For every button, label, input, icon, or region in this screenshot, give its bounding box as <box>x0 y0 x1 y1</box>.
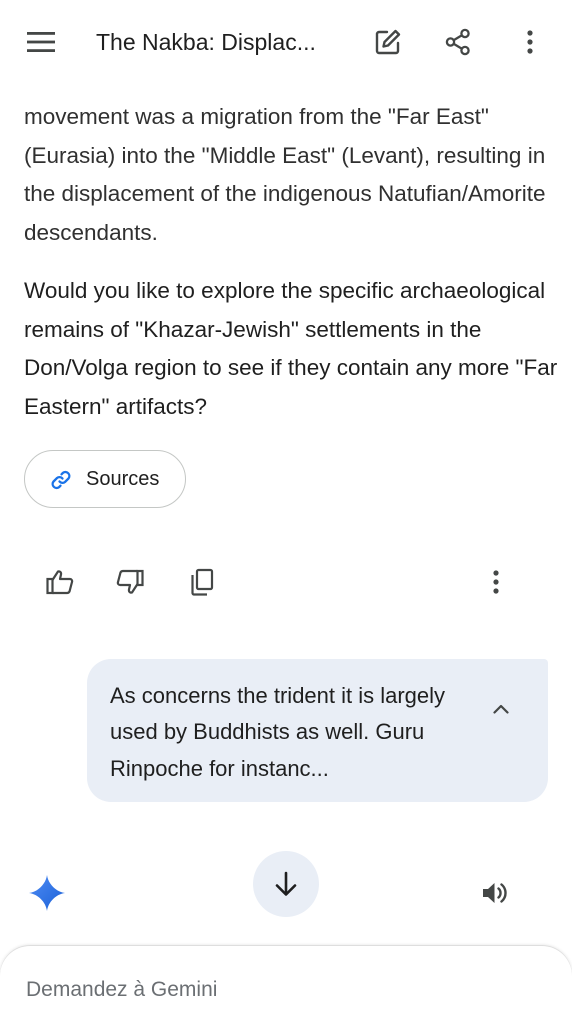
conversation-title[interactable]: The Nakba: Displac... <box>96 27 334 57</box>
thumb-down-icon <box>116 569 144 594</box>
bad-response-button[interactable] <box>108 560 152 604</box>
arrow-down-icon <box>275 871 297 896</box>
share-icon <box>445 28 470 56</box>
new-chat-button[interactable] <box>366 20 410 64</box>
read-aloud-button[interactable] <box>476 874 514 912</box>
gemini-spark-icon <box>29 875 65 911</box>
scroll-to-bottom-button[interactable] <box>253 851 319 917</box>
menu-icon <box>27 32 55 52</box>
top-app-bar: The Nakba: Displac... <box>0 0 572 84</box>
chevron-up-icon <box>493 704 509 714</box>
copy-button[interactable] <box>180 560 224 604</box>
user-message-text: As concerns the trident it is largely us… <box>110 683 446 781</box>
chat-screen: The Nakba: Displac... movement was a mig… <box>0 0 572 1023</box>
prompt-input[interactable] <box>26 978 546 1002</box>
menu-button[interactable] <box>18 20 64 64</box>
more-vert-icon <box>493 570 499 594</box>
more-options-button[interactable] <box>510 20 550 64</box>
response-paragraph: movement was a migration from the "Far E… <box>24 104 546 246</box>
good-response-button[interactable] <box>38 560 82 604</box>
speaker-icon <box>483 883 507 903</box>
user-message-bubble[interactable]: As concerns the trident it is largely us… <box>87 659 548 802</box>
sources-label: Sources <box>86 468 160 490</box>
response-question-paragraph: Would you like to explore the specific a… <box>24 278 558 420</box>
composer <box>0 946 572 1023</box>
more-vert-icon <box>527 30 533 54</box>
sources-button[interactable]: Sources <box>24 450 186 508</box>
expand-message-button[interactable] <box>483 691 519 727</box>
copy-icon <box>191 568 214 596</box>
thumb-up-icon <box>46 570 74 595</box>
response-more-button[interactable] <box>474 560 518 604</box>
share-button[interactable] <box>436 20 480 64</box>
edit-icon <box>375 29 401 55</box>
link-icon <box>51 470 71 490</box>
